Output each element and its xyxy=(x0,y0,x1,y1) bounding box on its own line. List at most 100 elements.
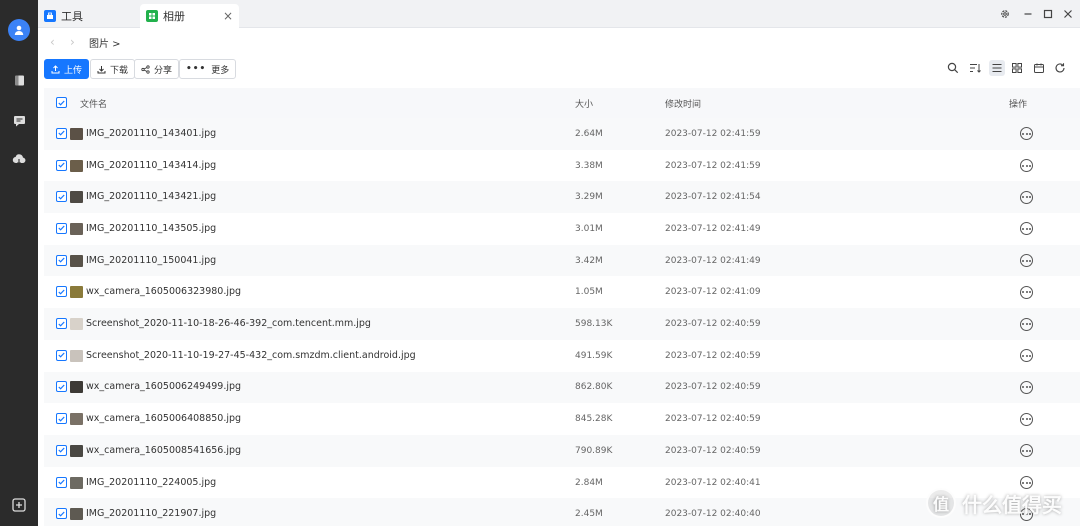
row-checkbox[interactable] xyxy=(56,381,67,393)
row-more-icon[interactable] xyxy=(1020,127,1033,141)
image-thumbnail[interactable] xyxy=(70,444,83,457)
row-more-icon[interactable] xyxy=(1020,285,1033,299)
list-view-icon[interactable] xyxy=(989,60,1005,76)
file-name[interactable]: Screenshot_2020-11-10-19-27-45-432_com.s… xyxy=(86,350,416,361)
row-more-icon[interactable] xyxy=(1020,317,1033,331)
image-thumbnail[interactable] xyxy=(70,286,83,299)
row-checkbox[interactable] xyxy=(56,191,67,203)
image-thumbnail[interactable] xyxy=(70,413,83,426)
file-modified: 2023-07-12 02:41:09 xyxy=(665,287,761,298)
row-more-icon[interactable] xyxy=(1020,222,1033,236)
row-checkbox[interactable] xyxy=(56,476,67,488)
header-size[interactable]: 大小 xyxy=(575,97,593,110)
image-thumbnail[interactable] xyxy=(70,476,83,489)
table-row[interactable]: Screenshot_2020-11-10-19-27-45-432_com.s… xyxy=(44,340,1080,372)
table-row[interactable]: Screenshot_2020-11-10-18-26-46-392_com.t… xyxy=(44,308,1080,340)
table-row[interactable]: IMG_20201110_143414.jpg 3.38M 2023-07-12 0… xyxy=(44,150,1080,182)
select-all-checkbox[interactable] xyxy=(56,97,67,108)
table-row[interactable]: IMG_20201110_143505.jpg 3.01M 2023-07-12 0… xyxy=(44,213,1080,245)
close-icon[interactable]: × xyxy=(223,9,233,23)
file-name[interactable]: IMG_20201110_143421.jpg xyxy=(86,191,216,202)
search-icon[interactable] xyxy=(945,60,961,76)
file-name[interactable]: Screenshot_2020-11-10-18-26-46-392_com.t… xyxy=(86,318,371,329)
row-checkbox[interactable] xyxy=(56,413,67,425)
tab-album[interactable]: 相册 × xyxy=(140,4,239,28)
sort-icon[interactable] xyxy=(967,60,983,76)
row-more-icon[interactable] xyxy=(1020,412,1033,426)
file-modified: 2023-07-12 02:41:49 xyxy=(665,223,761,234)
more-button[interactable]: ••• 更多 xyxy=(179,59,237,79)
maximize-icon[interactable] xyxy=(1042,8,1054,20)
table-row[interactable]: IMG_20201110_224005.jpg 2.84M 2023-07-12 0… xyxy=(44,467,1080,499)
share-label: 分享 xyxy=(154,65,173,76)
share-button[interactable]: 分享 xyxy=(134,59,180,79)
row-more-icon[interactable] xyxy=(1020,159,1033,173)
row-more-icon[interactable] xyxy=(1020,190,1033,204)
file-name[interactable]: IMG_20201110_224005.jpg xyxy=(86,477,216,488)
image-thumbnail[interactable] xyxy=(70,381,83,394)
table-row[interactable]: wx_camera_1605006408850.jpg 845.28K 2023-0… xyxy=(44,403,1080,435)
back-arrow-icon[interactable]: ‹ xyxy=(50,35,55,49)
image-thumbnail[interactable] xyxy=(70,508,83,521)
row-more-icon[interactable] xyxy=(1020,254,1033,268)
window-close-icon[interactable] xyxy=(1062,8,1074,20)
header-filename[interactable]: 文件名 xyxy=(80,97,107,110)
more-label: 更多 xyxy=(211,65,230,76)
breadcrumb[interactable]: 图片 > xyxy=(89,35,121,50)
file-name[interactable]: wx_camera_1605006249499.jpg xyxy=(86,381,241,392)
grid-view-icon[interactable] xyxy=(1009,60,1025,76)
minimize-icon[interactable] xyxy=(1022,8,1034,20)
table-row[interactable]: wx_camera_1605006323980.jpg 1.05M 2023-07-… xyxy=(44,277,1080,309)
file-size: 845.28K xyxy=(575,414,613,425)
row-more-icon[interactable] xyxy=(1020,380,1033,394)
upload-button[interactable]: 上传 xyxy=(44,59,90,79)
file-name[interactable]: IMG_20201110_143401.jpg xyxy=(86,128,216,139)
row-checkbox[interactable] xyxy=(56,444,67,456)
header-modified[interactable]: 修改时间 xyxy=(665,97,701,110)
table-row[interactable]: IMG_20201110_150041.jpg 3.42M 2023-07-12 0… xyxy=(44,244,1080,277)
add-app-icon[interactable] xyxy=(11,497,27,513)
row-checkbox[interactable] xyxy=(56,159,67,171)
file-name[interactable]: wx_camera_1605006323980.jpg xyxy=(86,286,241,297)
file-name[interactable]: IMG_20201110_221907.jpg xyxy=(86,508,216,519)
file-size: 790.89K xyxy=(575,445,613,456)
table-row[interactable]: IMG_20201110_143421.jpg 3.29M 2023-07-12 0… xyxy=(44,181,1080,214)
forward-arrow-icon[interactable]: › xyxy=(70,35,75,49)
refresh-icon[interactable] xyxy=(1052,60,1068,76)
avatar[interactable] xyxy=(8,19,30,41)
file-name[interactable]: IMG_20201110_143414.jpg xyxy=(86,160,216,171)
file-name[interactable]: wx_camera_1605008541656.jpg xyxy=(86,445,241,456)
watermark-logo: 值 什么值得买 xyxy=(926,488,1062,518)
row-checkbox[interactable] xyxy=(56,286,67,298)
table-row[interactable]: IMG_20201110_143401.jpg 2.64M 2023-07-12 0… xyxy=(44,118,1080,150)
image-thumbnail[interactable] xyxy=(70,349,83,362)
image-thumbnail[interactable] xyxy=(70,127,83,140)
row-more-icon[interactable] xyxy=(1020,349,1033,363)
image-thumbnail[interactable] xyxy=(70,191,83,204)
calendar-icon[interactable] xyxy=(1031,60,1047,76)
row-checkbox[interactable] xyxy=(56,349,67,361)
table-row[interactable]: wx_camera_1605008541656.jpg 790.89K 2023-0… xyxy=(44,435,1080,467)
row-checkbox[interactable] xyxy=(56,222,67,234)
file-name[interactable]: IMG_20201110_143505.jpg xyxy=(86,223,216,234)
image-thumbnail[interactable] xyxy=(70,318,83,331)
image-thumbnail[interactable] xyxy=(70,254,83,267)
image-thumbnail[interactable] xyxy=(70,159,83,172)
row-checkbox[interactable] xyxy=(56,127,67,139)
cloud-icon[interactable] xyxy=(11,151,27,167)
row-more-icon[interactable] xyxy=(1020,444,1033,458)
settings-icon[interactable] xyxy=(999,8,1011,20)
table-row[interactable]: IMG_20201110_221907.jpg 2.45M 2023-07-12 0… xyxy=(44,498,1080,526)
chat-icon[interactable] xyxy=(11,112,27,128)
row-checkbox[interactable] xyxy=(56,318,67,330)
file-size: 862.80K xyxy=(575,382,613,393)
tab-tools[interactable]: 工具 xyxy=(38,4,89,28)
row-checkbox[interactable] xyxy=(56,254,67,266)
download-button[interactable]: 下载 xyxy=(90,59,136,79)
image-thumbnail[interactable] xyxy=(70,222,83,235)
table-row[interactable]: wx_camera_1605006249499.jpg 862.80K 2023-0… xyxy=(44,371,1080,404)
row-checkbox[interactable] xyxy=(56,508,67,520)
folder-icon[interactable] xyxy=(11,72,27,88)
file-name[interactable]: IMG_20201110_150041.jpg xyxy=(86,255,216,266)
file-name[interactable]: wx_camera_1605006408850.jpg xyxy=(86,413,241,424)
